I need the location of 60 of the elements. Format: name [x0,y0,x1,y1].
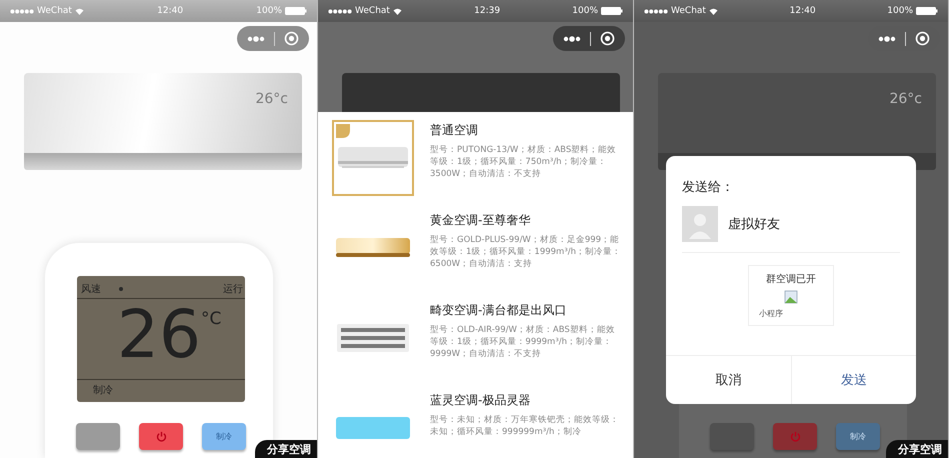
wifi-icon [74,8,84,14]
run-label: 运行 [223,282,243,296]
power-button[interactable] [139,423,183,450]
clock-time: 12:39 [474,6,500,16]
grille-ac-icon [337,324,409,352]
dialog-title: 发送给： [682,179,735,196]
share-button[interactable]: 分享空调 [255,440,317,458]
product-title: 普通空调 [430,122,479,139]
cancel-button[interactable]: 取消 [666,356,792,404]
signal-icon [644,8,668,14]
send-button[interactable]: 发送 [792,356,916,404]
wifi-icon [392,8,402,14]
power-icon[interactable] [156,431,166,442]
lcd-temperature: 26 [117,299,201,371]
product-title: 黄金空调-至尊奢华 [430,212,532,229]
product-thumbnail[interactable] [332,120,414,196]
wall-ac-icon [338,147,408,169]
fan-speed-label: 风速 [81,282,101,296]
carrier-name: WeChat [671,6,706,16]
battery-percent: 100% [572,6,598,16]
more-icon[interactable] [563,36,581,42]
product-title: 蓝灵空调-极品灵器 [430,392,532,409]
broken-image-icon [784,290,798,304]
signal-icon [10,8,34,14]
product-specs: 型号：未知；材质：万年寒铁钯壳；能效等级：未知；循环风量：999999m³/h；制冷 [430,414,620,438]
slim-ac-icon [336,417,410,439]
signal-icon [328,8,352,14]
product-title: 畸变空调-满台都是出风口 [430,302,568,319]
fan-dot-icon [119,287,123,291]
ac-temperature: 26°c [889,91,922,107]
avatar-icon [682,206,718,242]
product-specs: 型号：PUTONG-13/W；材质：ABS塑料；能效等级：1级；循环风量：750m³/h；制冷量：3500W；自动清洁：不支持 [430,144,618,180]
mode-label: 制冷 [93,385,113,396]
product-item[interactable]: 黄金空调-至尊奢华 型号：GOLD-PLUS-99/W；材质：足金999；能效等级：1级；循环风量：1999m³/h；制冷量：6500W；自动清洁：支持 [332,210,623,286]
card-source: 小程序 [759,308,783,319]
product-item[interactable]: 蓝灵空调-极品灵器 型号：未知；材质：万年寒铁钯壳；能效等级：未知；循环风量：999999m³/h；制冷 [332,390,623,458]
carrier-name: WeChat [355,6,390,16]
battery-icon [285,7,307,15]
card-title: 群空调已开 [766,272,816,286]
battery-percent: 100% [887,6,913,16]
battery-icon [601,7,623,15]
ac-temperature: 26°c [255,91,288,107]
selected-tag-icon [336,124,350,138]
carrier-name: WeChat [37,6,72,16]
cool-mode-button[interactable]: 制冷 [836,423,880,450]
share-button[interactable]: 分享空调 [886,440,948,458]
product-specs: 型号：OLD-AIR-99/W；材质：ABS塑料；能效等级：1级；循环风量：9999m³/h；制冷量：9999W；自动清洁：不支持 [430,324,616,360]
product-specs: 型号：GOLD-PLUS-99/W；材质：足金999；能效等级：1级；循环风量：1999m³/h；制冷量：6500W；自动清洁：支持 [430,234,622,270]
temperature-unit: °C [200,309,222,329]
contact-name: 虚拟好友 [728,216,780,233]
product-item[interactable]: 畸变空调-满台都是出风口 型号：OLD-AIR-99/W；材质：ABS塑料；能效等级：1级；循环风量：9999m³/h；制冷量：9999W；自动清洁：不支持 [332,300,623,376]
battery-icon [916,7,938,15]
more-icon[interactable] [878,36,896,42]
shiny-ac-icon [336,238,410,258]
product-item[interactable]: 普通空调 型号：PUTONG-13/W；材质：ABS塑料；能效等级：1级；循环风量：750m³/h；制冷量：3500W；自动清洁：不支持 [332,120,623,196]
clock-time: 12:40 [157,6,184,16]
wifi-icon [708,8,718,14]
clock-time: 12:40 [790,6,816,16]
battery-percent: 100% [256,6,282,16]
capsule-menu[interactable] [553,26,625,51]
